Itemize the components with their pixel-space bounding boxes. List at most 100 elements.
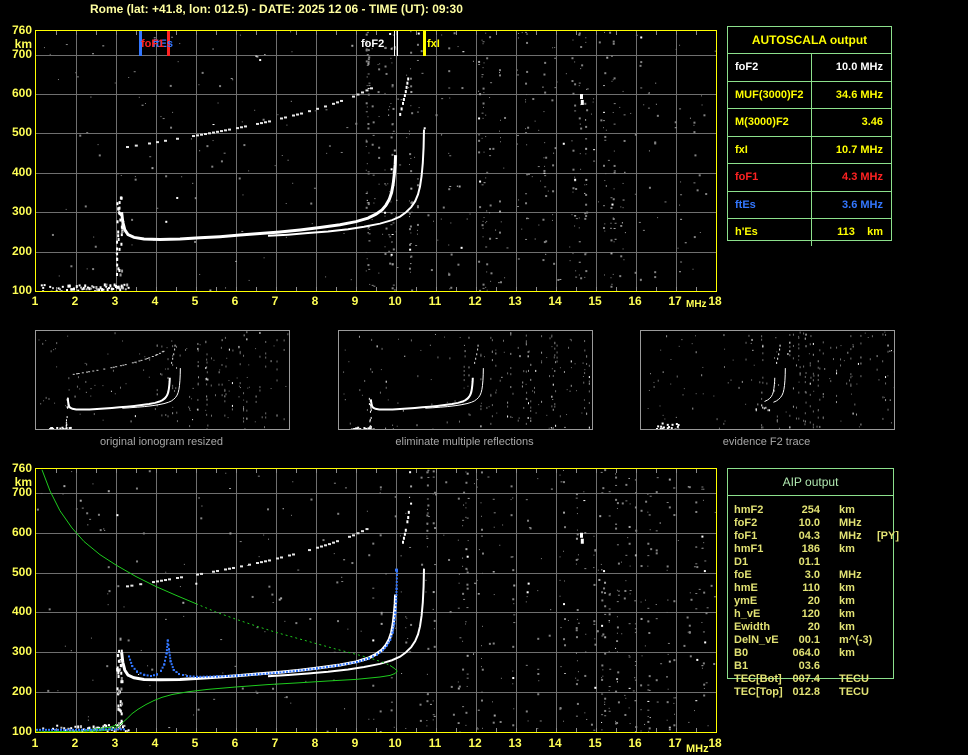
aip-output-table: AIP output hmF2 254 km foF2 10.0 MHz foF1 04.3 M… xyxy=(727,468,899,698)
aip-row-unit: MHz xyxy=(839,517,862,529)
aip-row-unit: MHz xyxy=(839,530,862,542)
aip-row-val: 110 xyxy=(802,582,820,594)
aip-row-lab: foF1 xyxy=(734,530,758,542)
y-tick-label: 400 xyxy=(11,164,32,179)
aip-row-val: 20 xyxy=(807,621,820,633)
x-tick-label: 12 xyxy=(468,294,482,308)
thumbnail-original-canvas xyxy=(35,330,290,430)
thumbnail-evidence-canvas xyxy=(640,330,895,430)
aip-row-ymE: ymE 20 km xyxy=(728,595,893,608)
autoscala-output-table: AUTOSCALA output foF2 10.0 MHz MUF(3000)F2… xyxy=(727,26,892,246)
x-tick-label: 17 xyxy=(668,294,682,308)
aip-table-rows: hmF2 254 km foF2 10.0 MHz foF1 04.3 MHz [PY] hmF1 1… xyxy=(728,496,899,699)
x-tick-label: 4 xyxy=(151,294,159,308)
y-tick-label: 700 xyxy=(11,46,32,61)
aip-row-unit: m^(-3) xyxy=(839,634,873,646)
aip-row-unit: TECU xyxy=(839,686,869,698)
x-tick-label: 16 xyxy=(628,294,642,308)
autoscala-row-fxI: fxI 10.7 MHz xyxy=(728,136,891,164)
x-tick-label: 8 xyxy=(311,736,319,750)
aip-row-unit: km xyxy=(839,608,855,620)
x-tick-label: 9 xyxy=(351,736,359,750)
autoscala-row-value: 113 km xyxy=(811,219,891,246)
y-tick-label: 700 xyxy=(11,484,32,499)
autoscala-row-value: 4.3 MHz xyxy=(811,164,891,191)
autoscala-row-foF2: foF2 10.0 MHz xyxy=(728,54,891,82)
autoscala-row-value: 34.6 MHz xyxy=(811,81,891,108)
autoscala-row-MUF(3000)F2: MUF(3000)F2 34.6 MHz xyxy=(728,81,891,109)
foF2-marker-label: foF2 xyxy=(361,38,385,50)
x-tick-label: 10 xyxy=(388,294,402,308)
aip-row-val: 3.0 xyxy=(804,569,820,581)
aip-row-lab: Ewidth xyxy=(734,621,771,633)
y-tick-label: 600 xyxy=(11,524,32,539)
aip-row-lab: TEC[Top] xyxy=(734,686,783,698)
top-ionogram-plot: ftEs foF1 foF2 fxI xyxy=(35,30,717,292)
x-tick-label: 14 xyxy=(548,294,562,308)
aip-row-unit: km xyxy=(839,582,855,594)
autoscala-row-label: h'Es xyxy=(735,226,758,239)
aip-row-unit: km xyxy=(839,621,855,633)
aip-row-val: 120 xyxy=(801,608,820,620)
aip-row-lab: hmF2 xyxy=(734,504,764,516)
x-tick-label: 8 xyxy=(311,294,319,308)
thumbnail-evidence-f2: evidence F2 trace xyxy=(640,330,895,448)
y-tick-label: 500 xyxy=(11,564,32,579)
y-tick-label: 200 xyxy=(11,684,32,699)
x-tick-label: 15 xyxy=(588,294,602,308)
aip-row-val: 186 xyxy=(801,543,820,555)
top-plot-x-unit: MHz xyxy=(686,299,707,310)
x-tick-label: 12 xyxy=(468,736,482,750)
y-tick-label: 500 xyxy=(11,125,32,140)
autoscala-row-label: M(3000)F2 xyxy=(735,116,789,129)
x-tick-label: 2 xyxy=(71,736,79,750)
y-tick-label: 400 xyxy=(11,604,32,619)
fxI-marker-label: fxI xyxy=(427,38,440,50)
aip-row-unit: TECU xyxy=(839,673,869,685)
thumbnail-eliminate-reflections: eliminate multiple reflections xyxy=(338,330,593,448)
autoscala-row-label: foF1 xyxy=(735,171,759,184)
x-tick-label: 10 xyxy=(388,736,402,750)
autoscala-row-value: 3.46 xyxy=(811,109,891,136)
autoscala-row-label: MUF(3000)F2 xyxy=(735,88,804,101)
autoscala-row-ftEs: ftEs 3.6 MHz xyxy=(728,191,891,219)
x-tick-label: 13 xyxy=(508,736,522,750)
x-tick-label: 3 xyxy=(111,294,119,308)
autoscala-row-M(3000)F2: M(3000)F2 3.46 xyxy=(728,109,891,137)
x-tick-label: 4 xyxy=(151,736,159,750)
thumbnail-original-caption: original ionogram resized xyxy=(100,436,223,448)
y-tick-label: 300 xyxy=(11,644,32,659)
x-tick-label: 1 xyxy=(31,736,39,750)
aip-row-foF2: foF2 10.0 MHz xyxy=(728,517,893,530)
aip-row-val: 03.6 xyxy=(798,660,820,672)
autoscala-row-label: ftEs xyxy=(735,198,756,211)
x-tick-label: 3 xyxy=(111,736,119,750)
x-tick-label: 5 xyxy=(191,736,199,750)
aip-row-unit: km xyxy=(839,504,855,516)
top-ionogram-canvas xyxy=(35,30,717,292)
y-tick-label: 200 xyxy=(11,243,32,258)
bottom-ionogram-plot xyxy=(35,468,717,733)
autoscala-output-screen: Rome (lat: +41.8, lon: 012.5) - DATE: 20… xyxy=(0,0,968,755)
thumbnail-original-ionogram: original ionogram resized xyxy=(35,330,290,448)
autoscala-row-label: fxI xyxy=(735,143,748,156)
aip-row-TEC[Bot]: TEC[Bot] 007.4 TECU xyxy=(728,673,893,686)
x-tick-label: 5 xyxy=(191,294,199,308)
thumbnail-evidence-caption: evidence F2 trace xyxy=(722,436,811,448)
aip-row-B1: B1 03.6 xyxy=(728,660,893,673)
aip-row-lab: hmE xyxy=(734,582,758,594)
x-tick-label: 7 xyxy=(271,294,279,308)
aip-row-val: 00.1 xyxy=(798,634,820,646)
y-tick-label: 600 xyxy=(11,86,32,101)
aip-row-unit: km xyxy=(839,543,855,555)
x-tick-label: 13 xyxy=(508,294,522,308)
autoscala-row-value: 3.6 MHz xyxy=(811,191,891,218)
thumbnail-eliminate-caption: eliminate multiple reflections xyxy=(395,436,534,448)
aip-row-lab: TEC[Bot] xyxy=(734,673,782,685)
thumbnail-eliminate-canvas xyxy=(338,330,593,430)
aip-row-val: 10.0 xyxy=(798,517,820,529)
foF1-marker-label: foF1 xyxy=(141,38,165,50)
aip-row-Ewidth: Ewidth 20 km xyxy=(728,621,893,634)
autoscala-table-title: AUTOSCALA output xyxy=(728,27,891,54)
aip-row-hmF2: hmF2 254 km xyxy=(728,504,893,517)
